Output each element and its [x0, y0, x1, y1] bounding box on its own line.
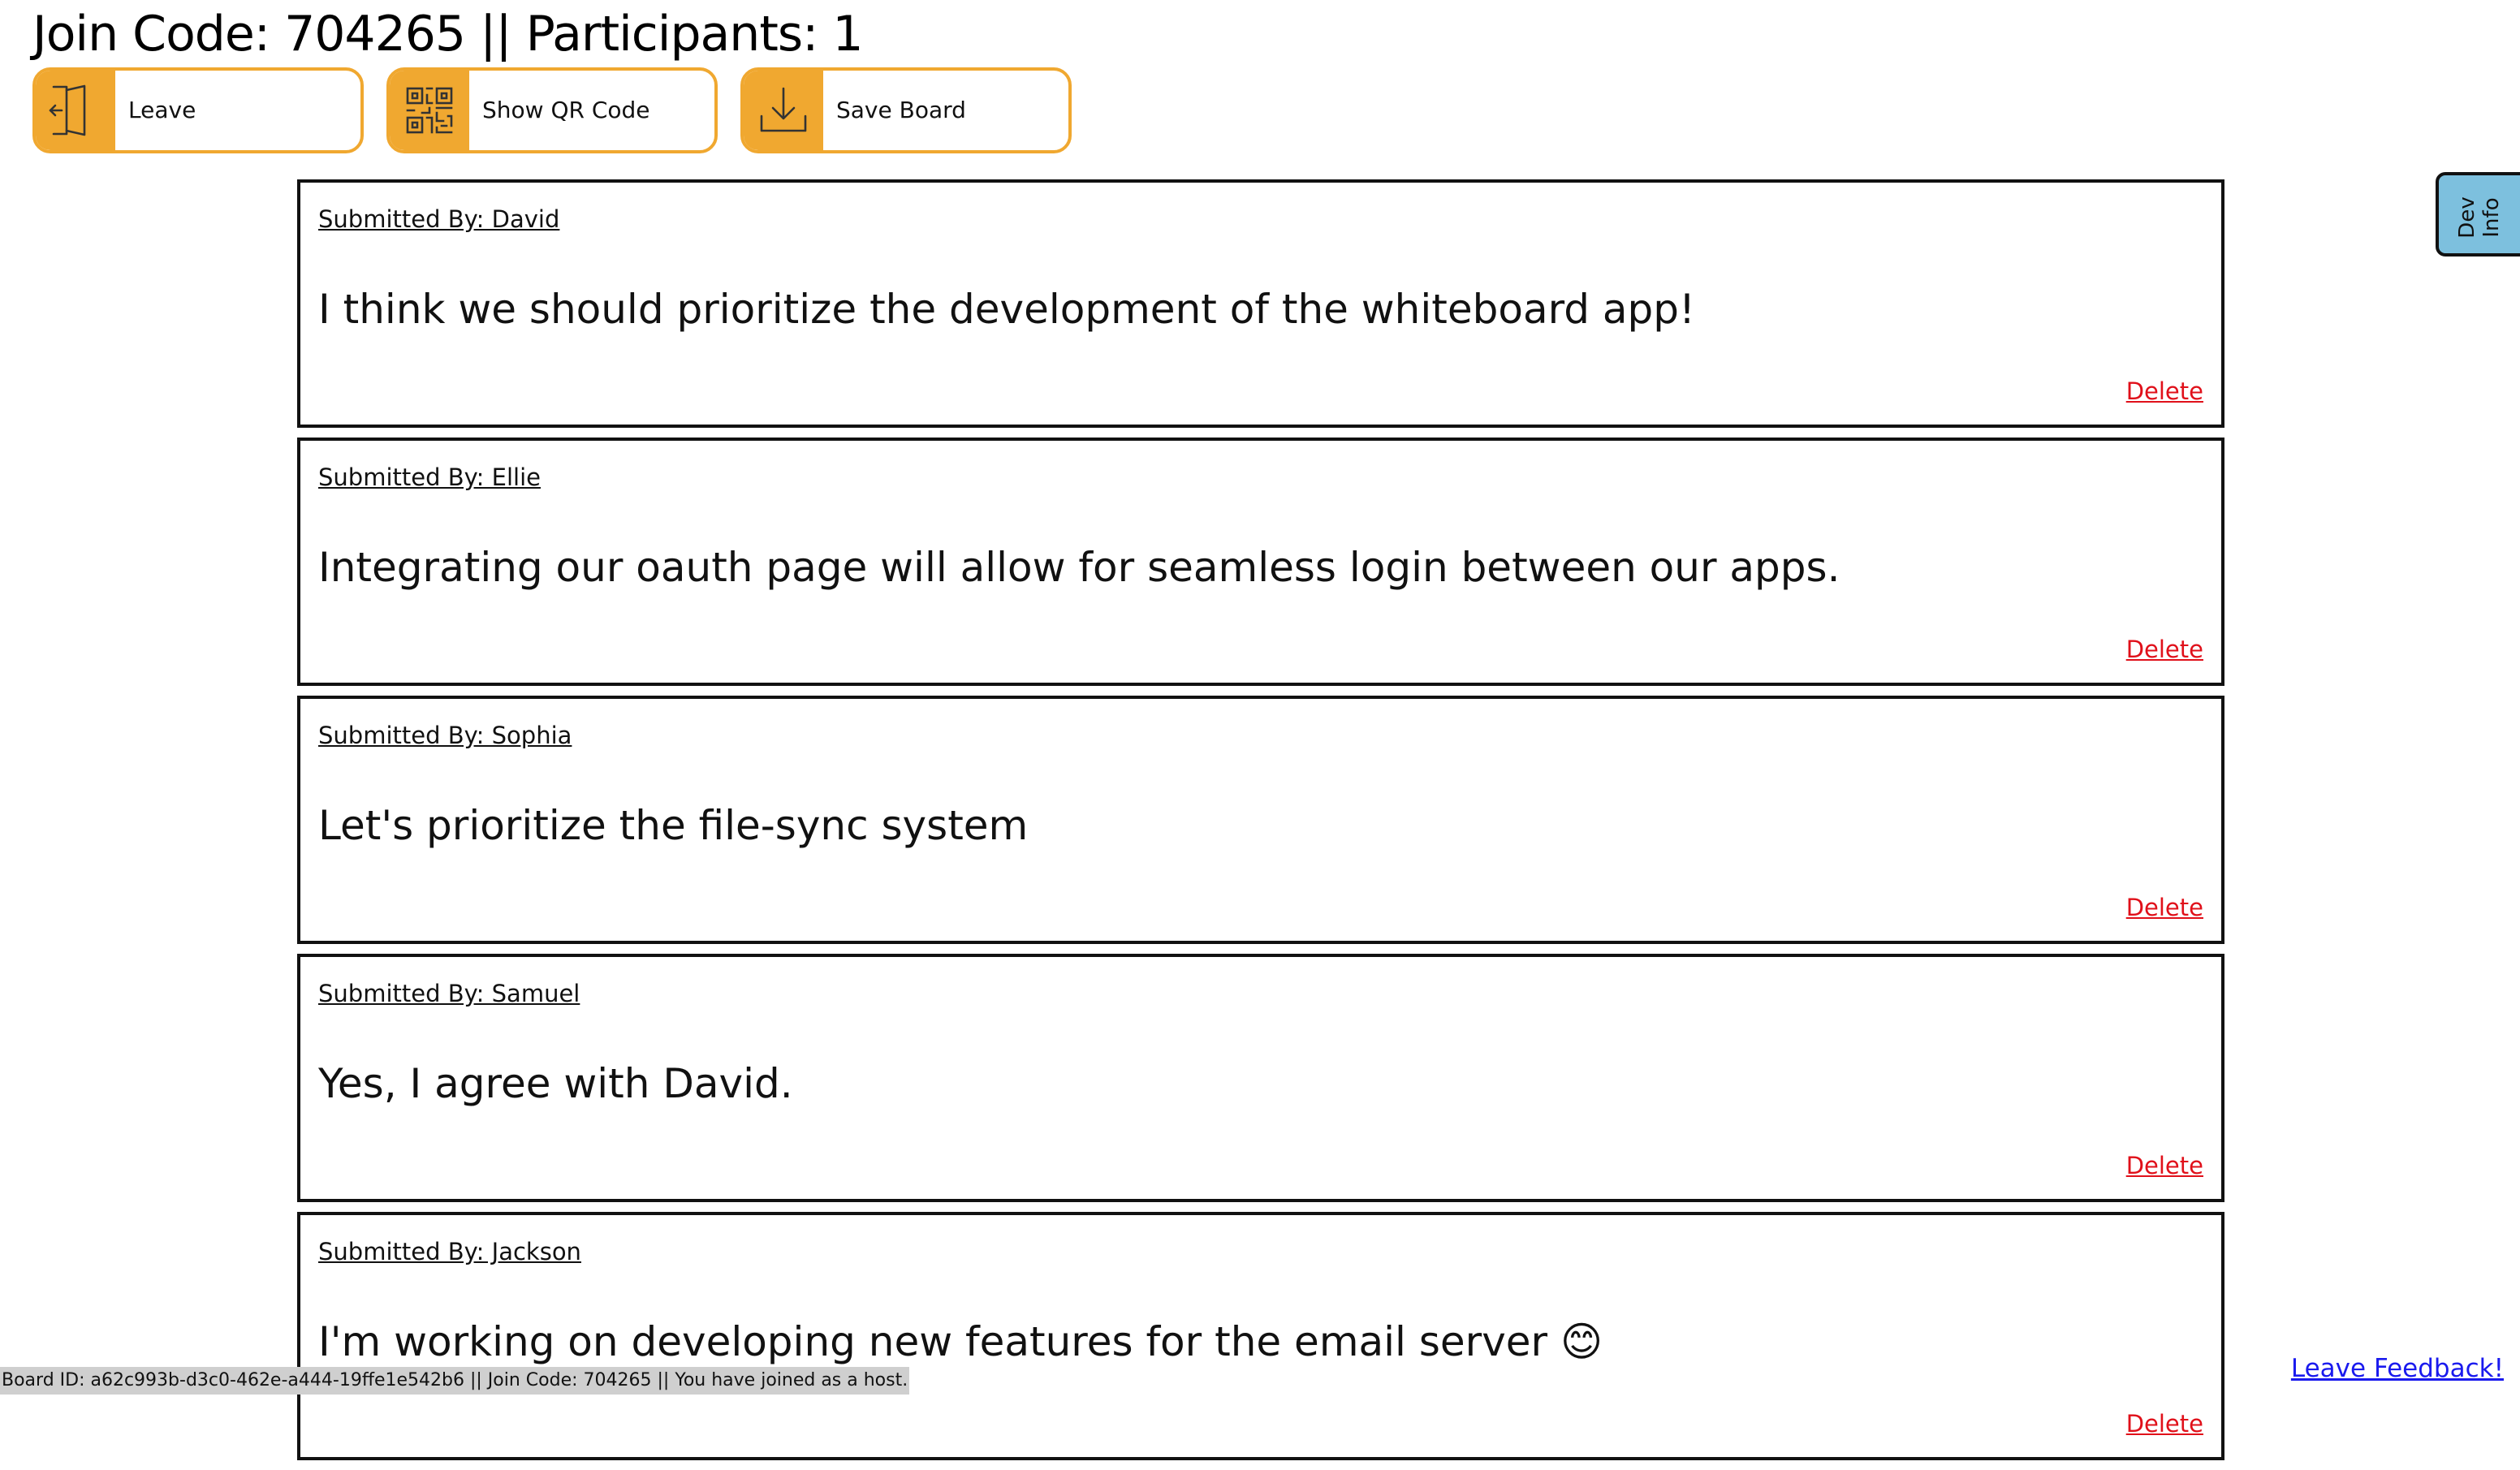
post-message: Let's prioritize the file-sync system: [318, 802, 1029, 849]
delete-post-button[interactable]: Delete: [2126, 1410, 2203, 1438]
qr-code-icon: [390, 71, 469, 150]
post-card: Submitted By: Sophia Let's prioritize th…: [297, 696, 2224, 944]
post-card: Submitted By: Samuel Yes, I agree with D…: [297, 954, 2224, 1202]
post-author[interactable]: Submitted By: David: [318, 205, 559, 233]
post-author[interactable]: Submitted By: Ellie: [318, 463, 541, 491]
delete-post-button[interactable]: Delete: [2126, 377, 2203, 405]
dev-info-tab[interactable]: Dev Info: [2436, 172, 2520, 256]
post-message: I think we should prioritize the develop…: [318, 286, 1696, 333]
exit-door-icon: [36, 71, 115, 150]
post-card: Submitted By: Jackson I'm working on dev…: [297, 1212, 2224, 1460]
post-author[interactable]: Submitted By: Samuel: [318, 980, 580, 1007]
post-message: Integrating our oauth page will allow fo…: [318, 544, 1840, 591]
post-author[interactable]: Submitted By: Sophia: [318, 722, 572, 749]
save-board-button-label: Save Board: [836, 97, 966, 123]
leave-button-label: Leave: [128, 97, 196, 123]
dev-info-label: Dev Info: [2455, 196, 2504, 239]
delete-post-button[interactable]: Delete: [2126, 1152, 2203, 1179]
status-bar: Board ID: a62c993b-d3c0-462e-a444-19ffe1…: [0, 1367, 910, 1395]
post-message: I'm working on developing new features f…: [318, 1318, 1603, 1365]
delete-post-button[interactable]: Delete: [2126, 636, 2203, 663]
posts-list: Submitted By: David I think we should pr…: [297, 179, 2224, 1470]
save-board-button[interactable]: Save Board: [740, 67, 1072, 153]
post-author[interactable]: Submitted By: Jackson: [318, 1238, 581, 1265]
show-qr-code-button[interactable]: Show QR Code: [386, 67, 718, 153]
post-card: Submitted By: Ellie Integrating our oaut…: [297, 438, 2224, 686]
post-card: Submitted By: David I think we should pr…: [297, 179, 2224, 428]
leave-button[interactable]: Leave: [32, 67, 364, 153]
delete-post-button[interactable]: Delete: [2126, 894, 2203, 921]
post-message: Yes, I agree with David.: [318, 1060, 793, 1107]
page-title: Join Code: 704265 || Participants: 1: [32, 6, 864, 63]
download-icon: [744, 71, 823, 150]
show-qr-code-button-label: Show QR Code: [482, 97, 650, 123]
leave-feedback-link[interactable]: Leave Feedback!: [2291, 1354, 2504, 1383]
